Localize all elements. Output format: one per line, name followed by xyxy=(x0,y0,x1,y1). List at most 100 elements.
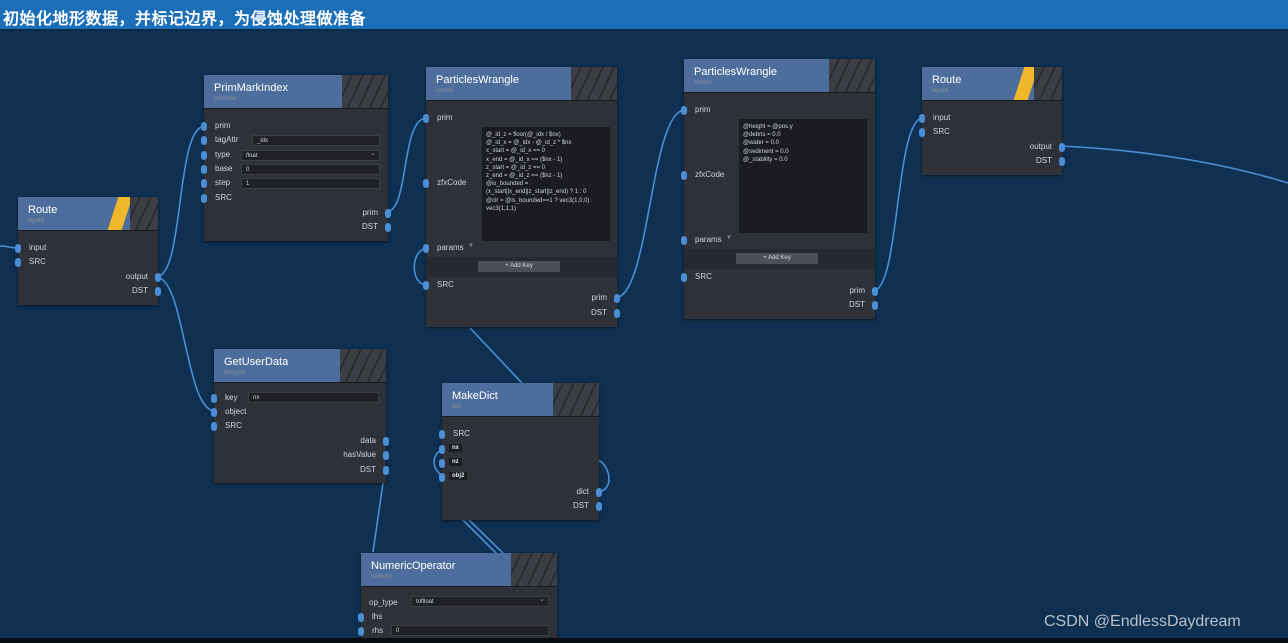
params-expand-icon[interactable]: ▼ xyxy=(726,235,732,241)
route-node-2[interactable]: Route layout input SRC output DST xyxy=(918,67,1066,175)
socket-src[interactable]: SRC xyxy=(919,127,950,137)
node-header[interactable]: NumericOperator numeric xyxy=(361,553,557,587)
socket-type[interactable]: type xyxy=(200,150,230,160)
wire-route2-offscreen xyxy=(1059,145,1288,184)
socket-src[interactable]: SRC xyxy=(423,280,454,290)
socket-prim-out[interactable]: prim xyxy=(362,208,391,218)
base-field[interactable]: 0 xyxy=(241,164,380,175)
node-header[interactable]: Route layout xyxy=(18,197,158,231)
socket-key[interactable]: key xyxy=(210,393,237,403)
socket-dst[interactable]: DST xyxy=(362,222,391,232)
step-field[interactable]: 1 xyxy=(241,178,380,189)
node-category: numeric xyxy=(371,574,393,580)
socket-rhs[interactable]: rhs xyxy=(357,626,383,636)
node-wires xyxy=(0,109,1288,556)
socket-prim[interactable]: prim xyxy=(681,105,711,115)
socket-dst[interactable]: DST xyxy=(360,465,389,475)
wire-pw1-pw2 xyxy=(614,109,686,299)
node-header[interactable]: ParticlesWrangle zenofx xyxy=(426,67,617,101)
add-key-button[interactable]: + Add Key xyxy=(478,261,560,272)
socket-zfxcode[interactable]: zfxCode xyxy=(680,170,724,180)
socket-src[interactable]: SRC xyxy=(201,193,232,203)
node-header[interactable]: GetUserData lifecycle xyxy=(214,349,386,383)
dict-key-obj2[interactable]: obj2 xyxy=(449,472,468,480)
socket-dst[interactable]: DST xyxy=(573,501,602,511)
add-key-button[interactable]: + Add Key xyxy=(736,253,818,264)
node-category: zenofx xyxy=(694,80,712,86)
particleswrangle-node-2[interactable]: ParticlesWrangle zenofx prim zfxCode @he… xyxy=(680,59,878,319)
node-title: ParticlesWrangle xyxy=(694,66,777,78)
wire-route-getuser xyxy=(155,276,216,412)
node-title: GetUserData xyxy=(224,356,289,368)
socket-object[interactable]: object xyxy=(210,407,246,417)
socket-data[interactable]: data xyxy=(360,436,389,446)
socket-lhs[interactable]: lhs xyxy=(357,612,382,622)
primmarkindex-node[interactable]: PrimMarkIndex primitive prim tagAttr _id… xyxy=(200,75,391,241)
socket-prim[interactable]: prim xyxy=(201,121,231,131)
socket-output[interactable]: output xyxy=(126,272,162,282)
route-accent xyxy=(107,197,133,230)
node-header[interactable]: PrimMarkIndex primitive xyxy=(204,75,388,109)
bottom-bar xyxy=(0,638,1288,643)
key-field[interactable]: nx xyxy=(248,392,379,403)
type-select[interactable]: float xyxy=(241,149,380,161)
node-header[interactable]: MakeDict dict xyxy=(442,383,599,417)
dict-key-nz[interactable]: nz xyxy=(449,458,462,466)
zfx-code-editor[interactable]: @_id_z = floor(@_idx / $nx) @_id_x = @_i… xyxy=(482,127,610,241)
header-stripes xyxy=(829,59,875,92)
socket-dst[interactable]: DST xyxy=(849,300,878,310)
node-header[interactable]: ParticlesWrangle zenofx xyxy=(684,59,875,93)
socket-dst[interactable]: DST xyxy=(591,308,620,318)
socket-dst[interactable]: DST xyxy=(1036,156,1065,166)
socket-prim[interactable]: prim xyxy=(423,113,453,123)
socket-output[interactable]: output xyxy=(1030,142,1066,152)
socket-src[interactable]: SRC xyxy=(211,421,242,431)
node-category: dict xyxy=(452,404,462,410)
socket-src[interactable]: SRC xyxy=(439,429,470,439)
header-stripes xyxy=(340,349,386,382)
socket-dst[interactable]: DST xyxy=(132,286,161,296)
node-title: MakeDict xyxy=(452,390,498,402)
header-stripes xyxy=(1034,67,1062,100)
socket-src[interactable]: SRC xyxy=(15,257,46,267)
getuserdata-node[interactable]: GetUserData lifecycle key nx object SRC … xyxy=(210,349,389,483)
node-category: zenofx xyxy=(436,88,454,94)
header-stripes xyxy=(553,383,599,416)
makedict-node[interactable]: MakeDict dict SRC nx nz obj2 dict DST xyxy=(439,383,603,520)
wire-primmark-pw1 xyxy=(385,117,428,213)
dict-key-nx[interactable]: nx xyxy=(449,444,463,452)
socket-params[interactable]: params xyxy=(681,235,722,245)
tagattr-field[interactable]: _idx xyxy=(252,135,380,146)
socket-dict[interactable]: dict xyxy=(577,487,603,497)
node-category: layout xyxy=(28,218,45,224)
params-expand-icon[interactable]: ▼ xyxy=(468,243,474,249)
socket-params[interactable]: params xyxy=(423,243,464,253)
header-stripes xyxy=(342,75,388,108)
zfx-code-editor[interactable]: @height = @pos.y @debris = 0.0 @water = … xyxy=(739,119,867,233)
socket-prim-out[interactable]: prim xyxy=(591,293,620,303)
socket-tagattr[interactable]: tagAttr xyxy=(201,135,239,145)
socket-zfxcode[interactable]: zfxCode xyxy=(422,178,466,188)
socket-hasvalue[interactable]: hasValue xyxy=(343,450,389,460)
watermark: CSDN @EndlessDaydream xyxy=(1044,613,1241,630)
route-node[interactable]: Route layout input SRC output DST xyxy=(14,197,162,305)
node-category: layout xyxy=(932,88,949,94)
socket-input[interactable]: input xyxy=(918,113,950,123)
op-type-select[interactable]: toflloat xyxy=(411,595,549,607)
rhs-field[interactable]: 0 xyxy=(391,625,549,636)
op-type-label: op_type xyxy=(369,598,398,607)
socket-base[interactable]: base xyxy=(200,164,232,174)
wire-route-primmark xyxy=(155,125,206,278)
socket-prim-out[interactable]: prim xyxy=(849,286,878,296)
numericoperator-node[interactable]: NumericOperator numeric op_type toflloat… xyxy=(357,553,557,643)
socket-src[interactable]: SRC xyxy=(681,272,712,282)
wire-getuser-numop xyxy=(372,482,384,553)
node-title: NumericOperator xyxy=(371,560,456,572)
node-header[interactable]: Route layout xyxy=(922,67,1062,101)
node-title: Route xyxy=(932,74,962,86)
node-title: PrimMarkIndex xyxy=(214,82,288,94)
wire-pw2-route2 xyxy=(872,117,924,292)
particleswrangle-node[interactable]: ParticlesWrangle zenofx prim zfxCode @_i… xyxy=(422,67,620,327)
socket-step[interactable]: step xyxy=(200,178,230,188)
socket-input[interactable]: input xyxy=(14,243,46,253)
